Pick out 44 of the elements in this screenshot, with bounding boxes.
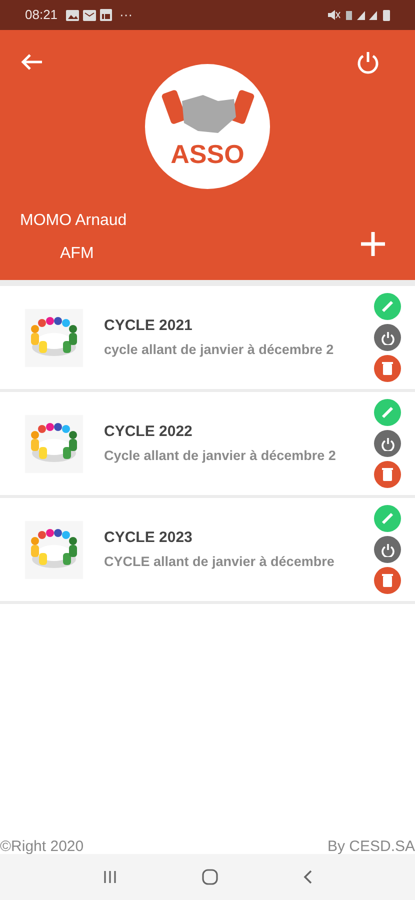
- data-icon: [346, 10, 352, 20]
- trash-icon: [382, 362, 393, 375]
- home-icon[interactable]: [200, 868, 218, 886]
- status-time: 08:21: [25, 6, 58, 24]
- pencil-icon: [381, 300, 394, 313]
- back-arrow-icon: [20, 52, 44, 72]
- credit-text: By CESD.SA: [327, 839, 415, 854]
- user-name: MOMO Arnaud: [20, 211, 127, 231]
- cycle-description: CYCLE allant de janvier à décembre: [104, 552, 336, 571]
- cycle-card[interactable]: CYCLE 2022 Cycle allant de janvier à décembre 2: [0, 392, 415, 495]
- more-notifications: ···: [120, 6, 133, 24]
- recent-apps-icon[interactable]: [102, 870, 118, 884]
- power-icon: [380, 436, 394, 450]
- pencil-icon: [381, 406, 394, 419]
- power-button[interactable]: [374, 430, 401, 457]
- image-icon: [66, 10, 79, 20]
- cycle-card[interactable]: CYCLE 2021 cycle allant de janvier à décembre 2: [0, 286, 415, 389]
- cycle-title: CYCLE 2022: [104, 422, 194, 442]
- power-icon[interactable]: [355, 50, 381, 76]
- pencil-icon: [381, 512, 394, 525]
- power-icon: [380, 542, 394, 556]
- mail-icon: [82, 10, 96, 20]
- logo-text: ASSO: [170, 140, 244, 166]
- back-icon[interactable]: [302, 869, 314, 885]
- power-button[interactable]: [374, 324, 401, 351]
- battery-icon: [383, 10, 390, 20]
- mute-icon: [327, 9, 341, 21]
- cycle-description: Cycle allant de janvier à décembre 2: [104, 446, 337, 465]
- power-button[interactable]: [374, 536, 401, 563]
- delete-button[interactable]: [374, 461, 401, 488]
- trash-icon: [382, 468, 393, 481]
- organization-name: AFM: [60, 244, 95, 264]
- plus-icon: [359, 230, 387, 258]
- cycle-description: cycle allant de janvier à décembre 2: [104, 340, 335, 359]
- trash-icon: [382, 574, 393, 587]
- delete-button[interactable]: [374, 567, 401, 594]
- cycle-title: CYCLE 2021: [104, 316, 194, 336]
- cycle-title: CYCLE 2023: [104, 528, 194, 548]
- delete-button[interactable]: [374, 355, 401, 382]
- add-button[interactable]: [359, 230, 387, 258]
- power-icon: [380, 330, 394, 344]
- cycle-card[interactable]: CYCLE 2023 CYCLE allant de janvier à décembre: [0, 498, 415, 601]
- app-icon: [100, 9, 112, 21]
- copyright-text: ©Right 2020: [0, 839, 84, 854]
